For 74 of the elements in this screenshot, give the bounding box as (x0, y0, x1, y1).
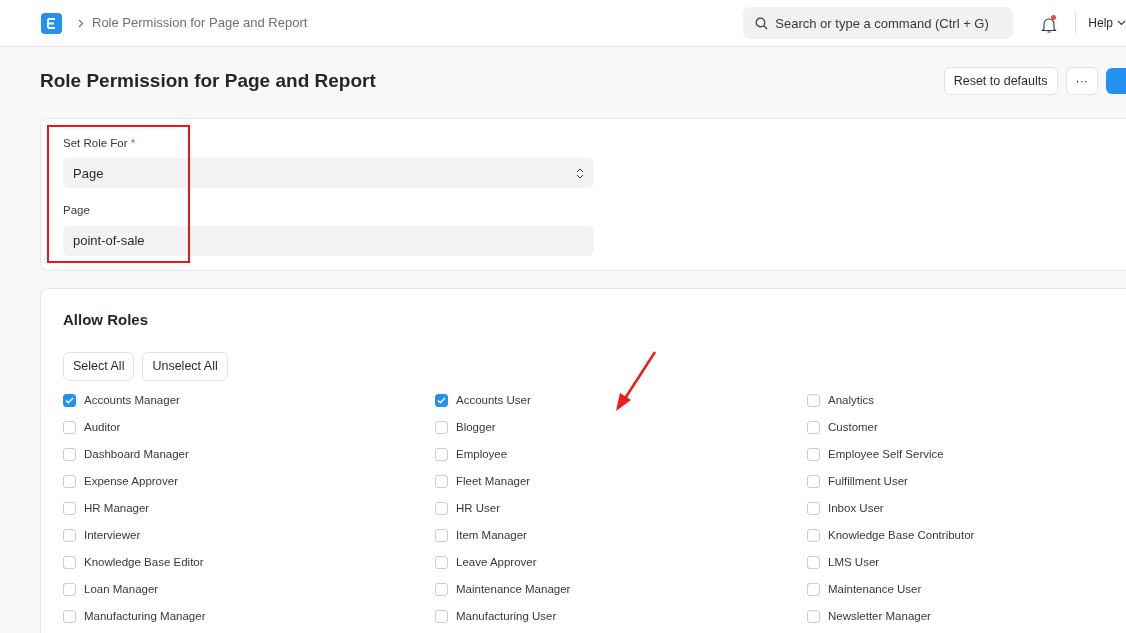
checkbox[interactable] (807, 582, 820, 596)
caret-icon (1117, 20, 1126, 26)
page-title: Role Permission for Page and Report (40, 69, 376, 93)
notification-bell-icon[interactable] (1041, 14, 1058, 32)
checkbox-label: Interviewer (84, 527, 141, 543)
checkbox[interactable] (63, 393, 76, 407)
checkbox[interactable] (807, 393, 820, 407)
checkbox[interactable] (435, 555, 448, 569)
checkbox[interactable] (63, 582, 76, 596)
checkbox[interactable] (807, 528, 820, 542)
checkbox-label: Newsletter Manager (828, 608, 931, 624)
checkbox[interactable] (63, 474, 76, 488)
sort-arrows-icon (576, 167, 584, 179)
checkbox[interactable] (435, 420, 448, 434)
checkbox-label: Fulfillment User (828, 473, 908, 489)
checkbox-label: Fleet Manager (456, 473, 531, 489)
help-menu[interactable]: Help (1088, 14, 1113, 32)
checkbox[interactable] (435, 609, 448, 623)
checkbox-label: Maintenance User (828, 581, 922, 597)
checkbox-label: Analytics (828, 392, 875, 408)
breadcrumb-link[interactable]: Role Permission for Page and Report (92, 13, 308, 33)
checkbox-label: Loan Manager (84, 581, 159, 597)
checkbox-label: Manufacturing Manager (84, 608, 206, 624)
checkbox[interactable] (807, 555, 820, 569)
section-title: Allow Roles (63, 309, 149, 330)
checkbox[interactable] (807, 501, 820, 515)
unselect-all-button[interactable]: Unselect All (142, 352, 228, 381)
checkbox-label: HR User (456, 500, 501, 516)
field-label: Set Role For (63, 137, 128, 149)
more-button[interactable]: ··· (1065, 66, 1098, 96)
checkbox[interactable] (63, 420, 76, 434)
checkbox[interactable] (63, 609, 76, 623)
checkbox[interactable] (435, 447, 448, 461)
checkbox-label: Auditor (84, 419, 121, 435)
input-field[interactable]: point-of-sale (63, 225, 594, 256)
select-field[interactable]: Page (63, 158, 594, 189)
checkbox-label: Accounts Manager (84, 392, 180, 408)
checkbox[interactable] (435, 528, 448, 542)
checkbox-label: Accounts User (456, 392, 531, 408)
checkbox-label: Dashboard Manager (84, 446, 189, 462)
select-all-button[interactable]: Select All (63, 352, 135, 381)
checkbox[interactable] (435, 582, 448, 596)
checkbox-label: Expense Approver (84, 473, 178, 489)
checkbox[interactable] (807, 474, 820, 488)
checkbox-label: Employee (456, 446, 508, 462)
checkbox[interactable] (435, 501, 448, 515)
checkbox[interactable] (63, 528, 76, 542)
checkbox-label: Employee Self Service (828, 446, 944, 462)
checkbox[interactable] (435, 474, 448, 488)
required-mark: * (130, 137, 136, 149)
reset-button[interactable]: Reset to defaults (943, 66, 1058, 96)
checkbox-label: Maintenance Manager (456, 581, 571, 597)
search-field[interactable]: Search or type a command (Ctrl + G) (743, 7, 1014, 39)
checkbox[interactable] (807, 609, 820, 623)
app-logo[interactable] (41, 12, 62, 34)
checkbox[interactable] (807, 447, 820, 461)
checkbox-label: HR Manager (84, 500, 150, 516)
checkbox-label: Blogger (456, 419, 496, 435)
checkbox-label: Leave Approver (456, 554, 537, 570)
checkbox[interactable] (63, 501, 76, 515)
checkbox-label: LMS User (828, 554, 880, 570)
checkbox-label: Knowledge Base Contributor (828, 527, 975, 543)
checkbox[interactable] (63, 447, 76, 461)
checkbox-label: Manufacturing User (456, 608, 557, 624)
checkbox-label: Inbox User (828, 500, 884, 516)
chevron-icon (78, 18, 84, 28)
checkbox-label: Knowledge Base Editor (84, 554, 204, 570)
checkbox-label: Customer (828, 419, 878, 435)
checkbox[interactable] (807, 420, 820, 434)
checkbox[interactable] (435, 393, 448, 407)
primary-button[interactable] (1106, 68, 1126, 94)
field-label: Page (63, 203, 91, 219)
checkbox-label: Item Manager (456, 527, 527, 543)
checkbox[interactable] (63, 555, 76, 569)
